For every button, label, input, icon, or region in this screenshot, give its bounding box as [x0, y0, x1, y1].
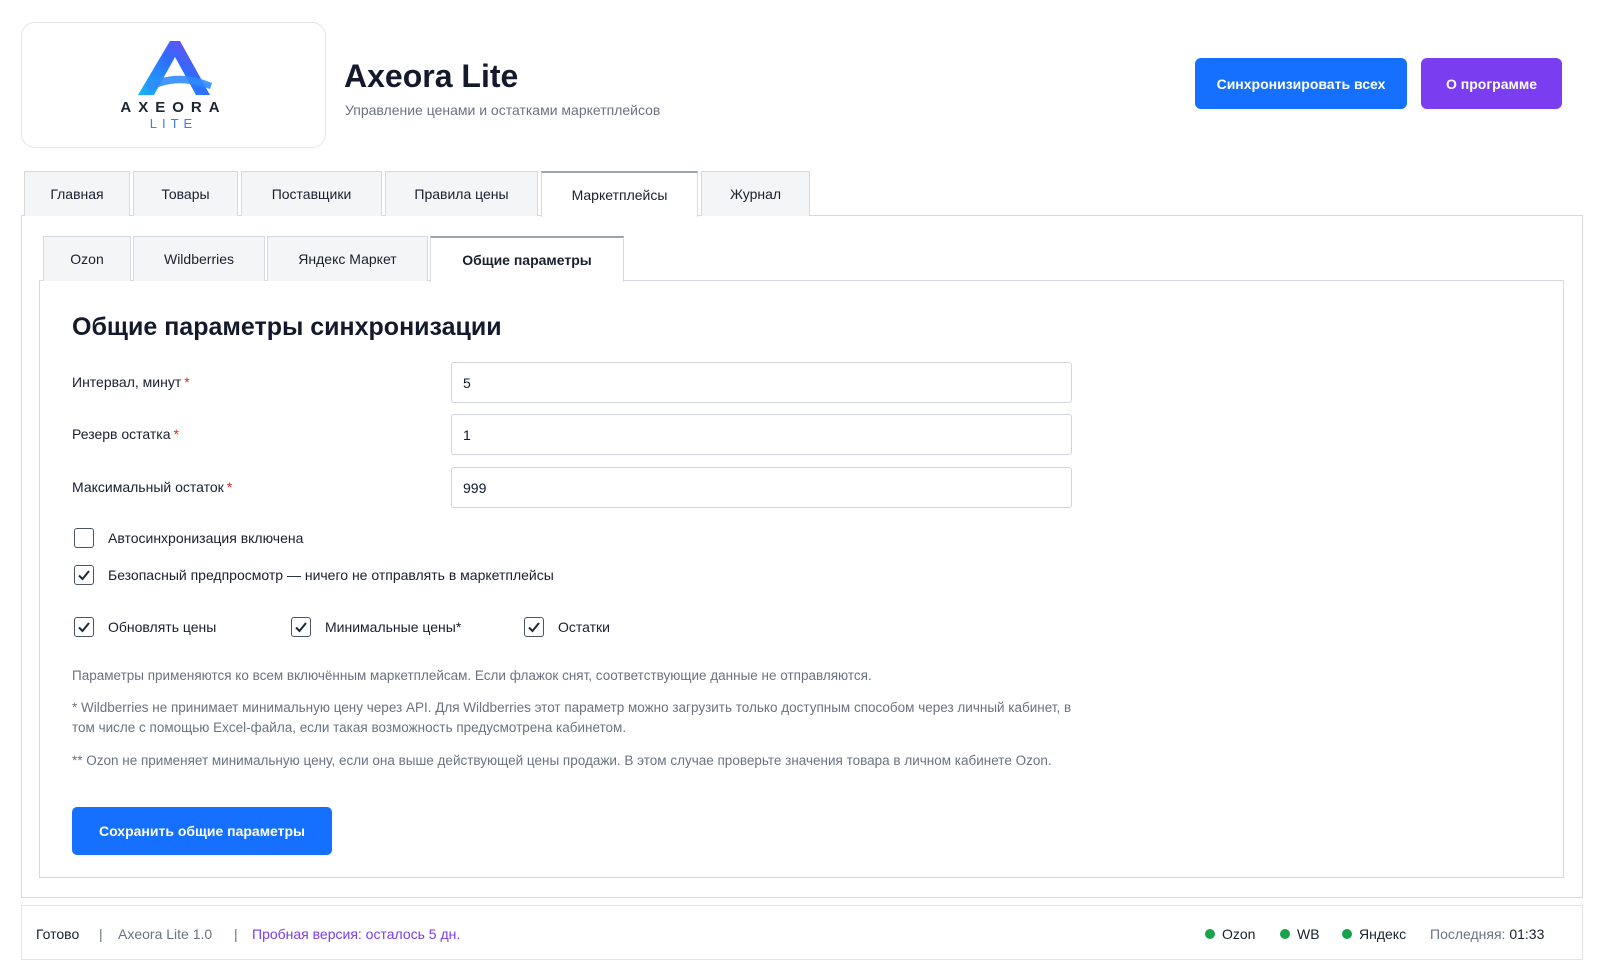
tab-journal[interactable]: Журнал	[701, 171, 810, 216]
subtab-general-settings[interactable]: Общие параметры	[430, 236, 624, 282]
autosync-label: Автосинхронизация включена	[108, 530, 304, 546]
logo-wordmark: AXEORA	[120, 99, 227, 116]
autosync-checkbox[interactable]	[74, 528, 94, 548]
required-mark: *	[173, 426, 179, 442]
tab-products[interactable]: Товары	[133, 171, 238, 216]
online-dot-icon	[1205, 929, 1215, 939]
status-trial: Пробная версия: осталось 5 дн.	[252, 926, 461, 942]
app-logo: AXEORA LITE	[21, 22, 326, 148]
min-prices-label: Минимальные цены*	[325, 619, 462, 635]
status-version: Axeora Lite 1.0	[118, 926, 213, 942]
about-button[interactable]: О программе	[1421, 58, 1562, 109]
safe-preview-label: Безопасный предпросмотр — ничего не отпр…	[108, 567, 554, 583]
status-separator: |	[234, 926, 238, 942]
status-separator: |	[99, 926, 103, 942]
online-dot-icon	[1342, 929, 1352, 939]
status-state: Готово	[36, 926, 80, 942]
update-prices-checkbox[interactable]	[74, 617, 94, 637]
required-mark: *	[226, 479, 233, 495]
marketplace-subtabs: Ozon Wildberries Яндекс Маркет Общие пар…	[43, 236, 626, 282]
stocks-checkbox[interactable]	[524, 617, 544, 637]
max-stock-label: Максимальный остаток *	[72, 479, 233, 495]
stocks-label: Остатки	[558, 619, 610, 635]
main-tabs: Главная Товары Поставщики Правила цены М…	[24, 171, 813, 217]
sync-all-button[interactable]: Синхронизировать всех	[1195, 58, 1407, 109]
stock-reserve-input[interactable]	[451, 414, 1072, 455]
axeora-logo-icon	[137, 41, 212, 95]
subtab-wildberries[interactable]: Wildberries	[133, 236, 265, 281]
update-prices-label: Обновлять цены	[108, 619, 217, 635]
status-yandex: Яндекс	[1342, 926, 1406, 942]
stocks-checkbox-row[interactable]: Остатки	[524, 617, 610, 637]
max-stock-input[interactable]	[451, 467, 1072, 508]
tab-price-rules[interactable]: Правила цены	[385, 171, 538, 216]
interval-label: Интервал, минут *	[72, 374, 190, 390]
stock-reserve-label: Резерв остатка *	[72, 426, 179, 442]
subtab-yandex-market[interactable]: Яндекс Маркет	[267, 236, 428, 281]
tab-suppliers[interactable]: Поставщики	[241, 171, 382, 216]
logo-subtext: LITE	[149, 116, 198, 131]
subtab-ozon[interactable]: Ozon	[43, 236, 131, 281]
note-general: Параметры применяются ко всем включённым…	[72, 668, 872, 683]
status-ozon: Ozon	[1205, 926, 1255, 942]
note-wildberries: * Wildberries не принимает минимальную ц…	[72, 700, 1072, 735]
online-dot-icon	[1280, 929, 1290, 939]
safe-preview-checkbox-row[interactable]: Безопасный предпросмотр — ничего не отпр…	[74, 565, 554, 585]
autosync-checkbox-row[interactable]: Автосинхронизация включена	[74, 528, 303, 548]
safe-preview-checkbox[interactable]	[74, 565, 94, 585]
update-prices-checkbox-row[interactable]: Обновлять цены	[74, 617, 216, 637]
min-prices-checkbox[interactable]	[291, 617, 311, 637]
required-mark: *	[184, 374, 190, 390]
status-last-sync: Последняя: 01:33	[1430, 926, 1545, 942]
status-wb: WB	[1280, 926, 1320, 942]
app-subtitle: Управление ценами и остатками маркетплей…	[345, 102, 661, 118]
tab-main[interactable]: Главная	[24, 171, 130, 216]
app-title: Axeora Lite	[344, 58, 519, 94]
tab-marketplaces[interactable]: Маркетплейсы	[541, 171, 698, 217]
note-ozon: ** Ozon не применяет минимальную цену, е…	[72, 753, 1052, 768]
interval-input[interactable]	[451, 362, 1072, 403]
min-prices-checkbox-row[interactable]: Минимальные цены*	[291, 617, 461, 637]
save-settings-button[interactable]: Сохранить общие параметры	[72, 807, 332, 855]
section-title: Общие параметры синхронизации	[72, 313, 502, 341]
